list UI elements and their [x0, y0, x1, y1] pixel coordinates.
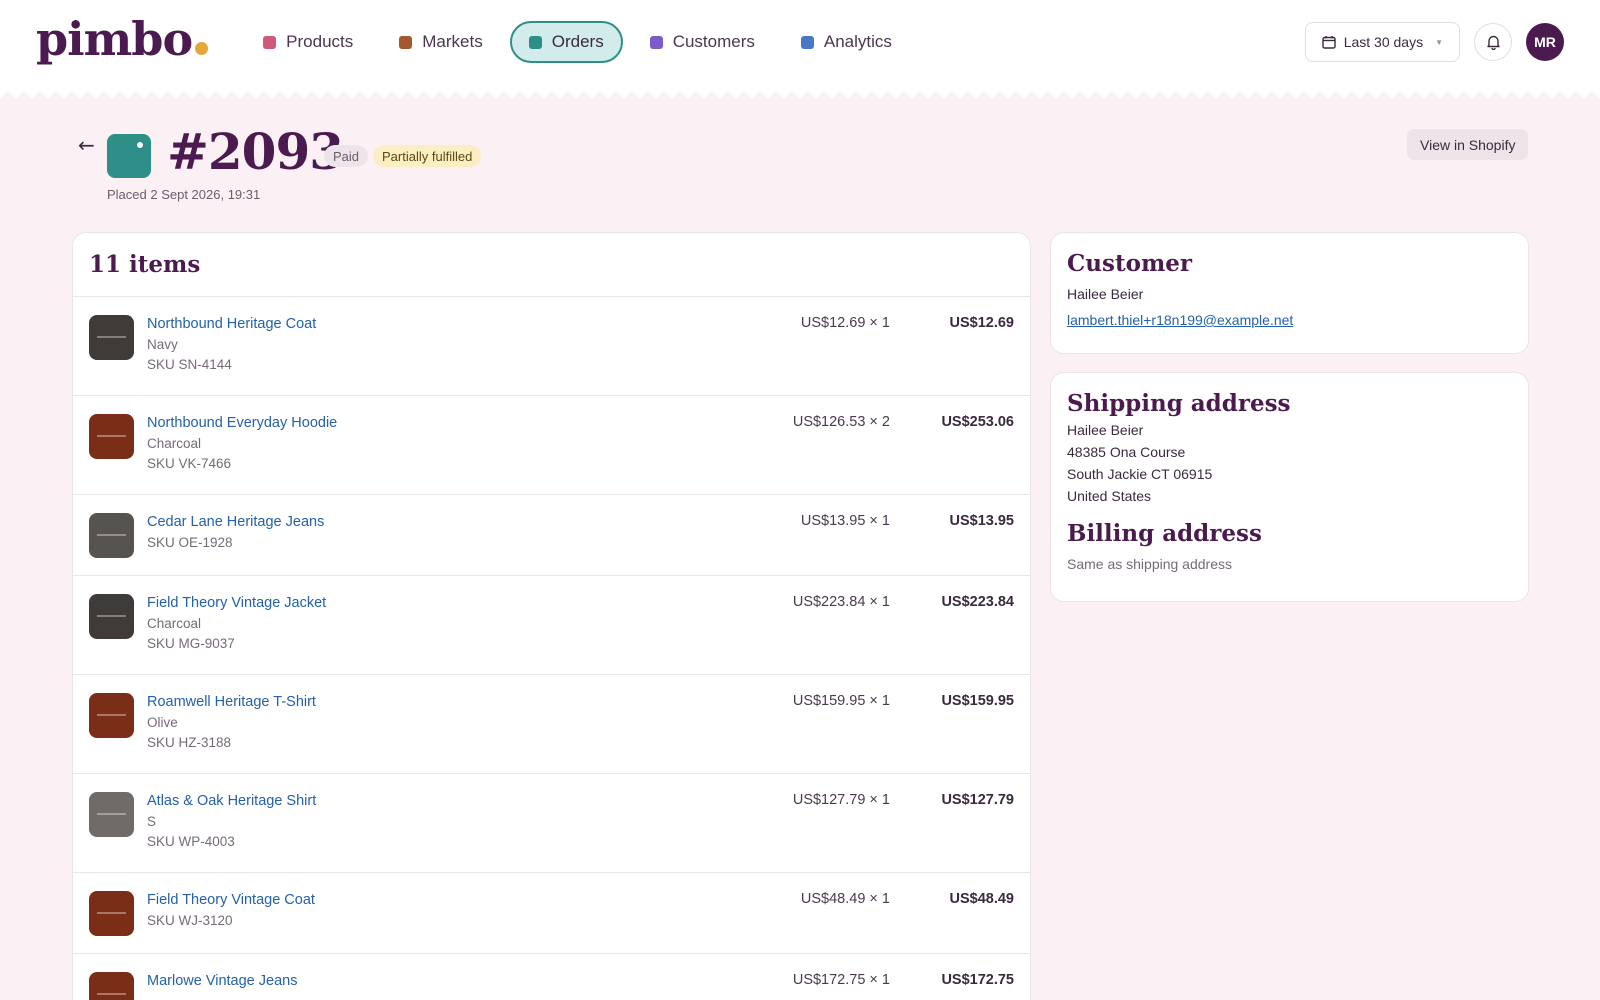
- shipping-heading: Shipping address: [1067, 390, 1291, 417]
- customer-heading: Customer: [1067, 250, 1193, 277]
- topbar-actions: Last 30 days ▼ MR: [1304, 22, 1564, 62]
- line-item: Northbound Everyday Hoodie Charcoal SKU …: [73, 396, 1030, 495]
- shipping-line2: South Jackie CT 06915: [1067, 466, 1213, 482]
- unit-price: US$48.49 × 1: [800, 891, 890, 907]
- product-sku: SKU WJ-3120: [147, 913, 233, 928]
- main-nav: Products Markets Orders Customers Analyt…: [244, 21, 911, 63]
- header-divider: [0, 84, 1600, 98]
- product-variant: S: [147, 814, 157, 829]
- payment-status-badge: Paid: [324, 145, 369, 167]
- date-range-label: Last 30 days: [1343, 34, 1424, 50]
- nav-item-customers[interactable]: Customers: [631, 21, 774, 63]
- line-items-heading: 11 items: [73, 233, 1030, 297]
- line-total: US$253.06: [941, 414, 1014, 430]
- customer-name: Hailee Beier: [1067, 286, 1144, 302]
- unit-price: US$13.95 × 1: [800, 513, 890, 529]
- product-variant: Charcoal: [147, 436, 202, 451]
- shipping-name: Hailee Beier: [1067, 422, 1144, 438]
- brand-name: pimbo: [36, 12, 193, 66]
- billing-note: Same as shipping address: [1067, 556, 1232, 572]
- line-total: US$127.79: [941, 792, 1014, 808]
- product-sku: SKU MG-9037: [147, 636, 235, 651]
- line-item: Field Theory Vintage Coat SKU WJ-3120 US…: [73, 873, 1030, 954]
- product-variant: Navy: [147, 337, 178, 352]
- unit-price: US$126.53 × 2: [792, 414, 890, 430]
- customers-icon: [649, 35, 663, 49]
- orders-icon: [528, 35, 542, 49]
- customer-card: Customer Hailee Beier lambert.thiel+r18n…: [1050, 232, 1529, 354]
- nav-item-label: Products: [286, 32, 354, 51]
- line-item: Field Theory Vintage Jacket Charcoal SKU…: [73, 576, 1030, 675]
- product-sku: SKU OE-1928: [147, 535, 233, 550]
- markets-icon: [399, 35, 413, 49]
- top-navigation: pimbo Products Markets Orders Customers …: [0, 0, 1600, 84]
- line-total: US$48.49: [949, 891, 1015, 907]
- product-thumbnail: [89, 693, 134, 738]
- view-in-shopify-button[interactable]: View in Shopify: [1407, 129, 1529, 160]
- product-sku: SKU VK-7466: [147, 456, 232, 471]
- unit-price: US$172.75 × 1: [792, 972, 890, 988]
- nav-item-label: Analytics: [823, 32, 892, 51]
- line-item: Northbound Heritage Coat Navy SKU SN-414…: [73, 297, 1030, 396]
- line-items-card: 11 items Northbound Heritage Coat Navy S…: [72, 232, 1031, 1000]
- shipping-line1: 48385 Ona Course: [1067, 444, 1186, 460]
- product-thumbnail: [89, 792, 134, 837]
- date-range-button[interactable]: Last 30 days ▼: [1304, 22, 1460, 62]
- nav-item-label: Customers: [672, 32, 755, 51]
- customer-email-link[interactable]: lambert.thiel+r18n199@example.net: [1067, 309, 1512, 331]
- product-sku: SKU HZ-3188: [147, 735, 232, 750]
- analytics-icon: [800, 35, 814, 49]
- line-item: Marlowe Vintage Jeans US$172.75 × 1 US$1…: [73, 954, 1030, 1000]
- product-sku: SKU SN-4144: [147, 357, 232, 372]
- product-thumbnail: [89, 594, 134, 639]
- line-total: US$159.95: [941, 693, 1014, 709]
- unit-price: US$127.79 × 1: [792, 792, 890, 808]
- product-thumbnail: [89, 315, 134, 360]
- chevron-down-icon: ▼: [1435, 37, 1443, 47]
- shipping-country: United States: [1067, 488, 1152, 504]
- nav-item-orders[interactable]: Orders: [509, 21, 623, 63]
- line-item: Atlas & Oak Heritage Shirt S SKU WP-4003…: [73, 774, 1030, 873]
- line-total: US$13.95: [949, 513, 1015, 529]
- nav-item-products[interactable]: Products: [244, 21, 372, 63]
- products-icon: [263, 35, 277, 49]
- line-item: Cedar Lane Heritage Jeans SKU OE-1928 US…: [73, 495, 1030, 576]
- address-card: Shipping address Hailee Beier 48385 Ona …: [1050, 372, 1529, 602]
- product-thumbnail: [89, 513, 134, 558]
- nav-item-label: Orders: [551, 32, 604, 51]
- nav-item-label: Markets: [422, 32, 483, 51]
- brand-logo[interactable]: pimbo: [36, 12, 209, 66]
- product-thumbnail: [89, 414, 134, 459]
- order-icon: [107, 134, 151, 178]
- order-placed-date: Placed 2 Sept 2026, 19:31: [107, 187, 261, 202]
- back-arrow-icon[interactable]: ←: [78, 133, 95, 157]
- notifications-button[interactable]: [1474, 23, 1512, 61]
- product-variant: Charcoal: [147, 616, 202, 631]
- fulfillment-status-badge: Partially fulfilled: [373, 145, 482, 167]
- nav-item-markets[interactable]: Markets: [380, 21, 501, 63]
- bell-icon: [1486, 35, 1500, 50]
- line-total: US$12.69: [949, 315, 1015, 331]
- product-sku: SKU WP-4003: [147, 834, 235, 849]
- unit-price: US$223.84 × 1: [792, 594, 890, 610]
- line-total: US$172.75: [941, 972, 1014, 988]
- unit-price: US$159.95 × 1: [792, 693, 890, 709]
- calendar-icon: [1321, 36, 1336, 49]
- product-thumbnail: [89, 891, 134, 936]
- billing-heading: Billing address: [1067, 520, 1262, 547]
- line-item: Roamwell Heritage T-Shirt Olive SKU HZ-3…: [73, 675, 1030, 774]
- nav-item-analytics[interactable]: Analytics: [782, 21, 911, 63]
- product-thumbnail: [89, 972, 134, 1000]
- unit-price: US$12.69 × 1: [800, 315, 890, 331]
- line-total: US$223.84: [941, 594, 1014, 610]
- order-number: #2093: [167, 122, 344, 181]
- logo-dot: [195, 42, 209, 55]
- product-variant: Olive: [147, 715, 178, 730]
- user-avatar[interactable]: MR: [1526, 23, 1564, 61]
